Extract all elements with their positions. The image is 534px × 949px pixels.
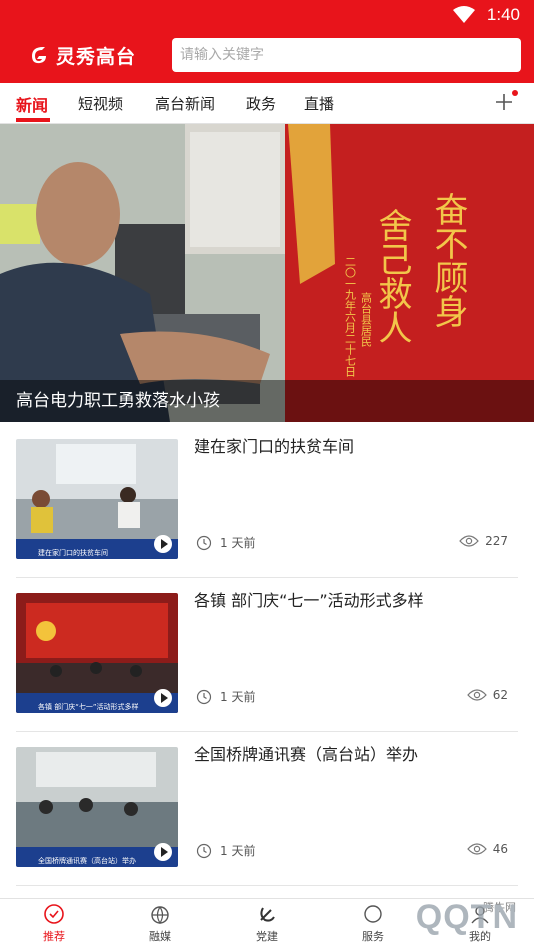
- views-label: 62: [492, 688, 508, 702]
- wifi-icon: [452, 6, 475, 23]
- nav-label: 融媒: [149, 930, 171, 943]
- banner-text: 舍己救人: [372, 208, 412, 344]
- banner-signer: 高台县居民: [360, 291, 373, 348]
- news-thumbnail: 各镇 部门庆“七一”活动形式多样: [16, 593, 178, 713]
- time-label: 1 天前: [220, 536, 256, 550]
- play-icon: [154, 535, 172, 553]
- news-title: 全国桥牌通讯赛（高台站）举办: [194, 745, 419, 764]
- nav-label: 推荐: [43, 930, 65, 943]
- banner-text: 奋不顾身: [428, 192, 468, 328]
- notification-dot: [512, 90, 518, 96]
- time-label: 1 天前: [220, 690, 256, 704]
- status-bar: 1:40: [452, 4, 520, 26]
- tab-live[interactable]: 直播: [304, 93, 334, 114]
- clock-icon: [196, 535, 212, 550]
- app-header: 1:40 灵秀高台 请输入关键字: [0, 0, 534, 83]
- logo-icon: [32, 47, 46, 64]
- status-time: 1:40: [486, 5, 520, 24]
- hero-caption: 高台电力职工勇救落水小孩: [0, 380, 534, 422]
- hero-image: 奋不顾身 舍己救人 二〇一九年六月二十七日 高台县居民: [0, 124, 534, 422]
- recommend-icon: [44, 904, 64, 924]
- news-globe-icon: [151, 906, 169, 925]
- eye-icon: [466, 689, 487, 701]
- news-list-item[interactable]: 全国桥牌通讯赛（高台站）举办 全国桥牌通讯赛（高台站）举办 1 天前 46: [16, 732, 518, 886]
- news-thumbnail: 建在家门口的扶贫车间: [16, 439, 178, 559]
- view-count: 62: [466, 688, 508, 702]
- views-label: 46: [492, 842, 508, 856]
- active-tab-indicator: [16, 118, 50, 122]
- eye-icon: [466, 843, 487, 855]
- watermark: 腾牛网 QQTN: [328, 897, 528, 945]
- view-count: 227: [459, 534, 508, 548]
- nav-party[interactable]: 党建: [237, 903, 297, 944]
- add-channel-icon[interactable]: [494, 92, 514, 112]
- app-logo: 灵秀高台: [28, 40, 136, 70]
- nav-media[interactable]: 融媒: [130, 903, 190, 944]
- play-icon: [154, 689, 172, 707]
- time-label: 1 天前: [220, 844, 256, 858]
- news-title: 建在家门口的扶贫车间: [194, 437, 355, 456]
- views-label: 227: [485, 534, 508, 548]
- nav-label: 党建: [256, 930, 278, 943]
- tab-news[interactable]: 新闻: [16, 92, 48, 116]
- eye-icon: [459, 535, 479, 547]
- publish-time: 1 天前: [196, 534, 255, 551]
- publish-time: 1 天前: [196, 688, 255, 705]
- tab-gaotai-news[interactable]: 高台新闻: [155, 93, 215, 114]
- news-thumbnail: 全国桥牌通讯赛（高台站）举办: [16, 747, 178, 867]
- hero-banner[interactable]: 奋不顾身 舍己救人 二〇一九年六月二十七日 高台县居民 高台电力职工勇救落水小孩: [0, 124, 534, 422]
- thumbnail-caption: 各镇 部门庆“七一”活动形式多样: [38, 702, 138, 711]
- search-input[interactable]: 请输入关键字: [172, 38, 521, 72]
- clock-icon: [196, 843, 212, 858]
- party-emblem-icon: [260, 907, 275, 922]
- tab-short-video[interactable]: 短视频: [78, 93, 123, 114]
- play-icon: [154, 843, 172, 861]
- publish-time: 1 天前: [196, 842, 255, 859]
- tab-government[interactable]: 政务: [246, 93, 276, 114]
- nav-recommend[interactable]: 推荐: [24, 903, 84, 944]
- news-list-item[interactable]: 建在家门口的扶贫车间 建在家门口的扶贫车间 1 天前 227: [16, 424, 518, 578]
- channel-tabs: 新闻 短视频 高台新闻 政务 直播: [0, 83, 534, 124]
- thumbnail-caption: 全国桥牌通讯赛（高台站）举办: [38, 856, 136, 865]
- thumbnail-caption: 建在家门口的扶贫车间: [38, 548, 108, 557]
- app-name: 灵秀高台: [56, 45, 137, 68]
- bottom-navigation: 推荐 融媒 党建 服务 我的 腾牛网 QQTN: [0, 898, 534, 949]
- watermark-text: QQTN: [415, 898, 518, 936]
- view-count: 46: [466, 842, 508, 856]
- news-title: 各镇 部门庆“七一”活动形式多样: [194, 591, 424, 610]
- clock-icon: [196, 689, 212, 704]
- banner-date: 二〇一九年六月二十七日: [344, 256, 357, 377]
- news-list-item[interactable]: 各镇 部门庆“七一”活动形式多样 各镇 部门庆“七一”活动形式多样 1 天前 6…: [16, 578, 518, 732]
